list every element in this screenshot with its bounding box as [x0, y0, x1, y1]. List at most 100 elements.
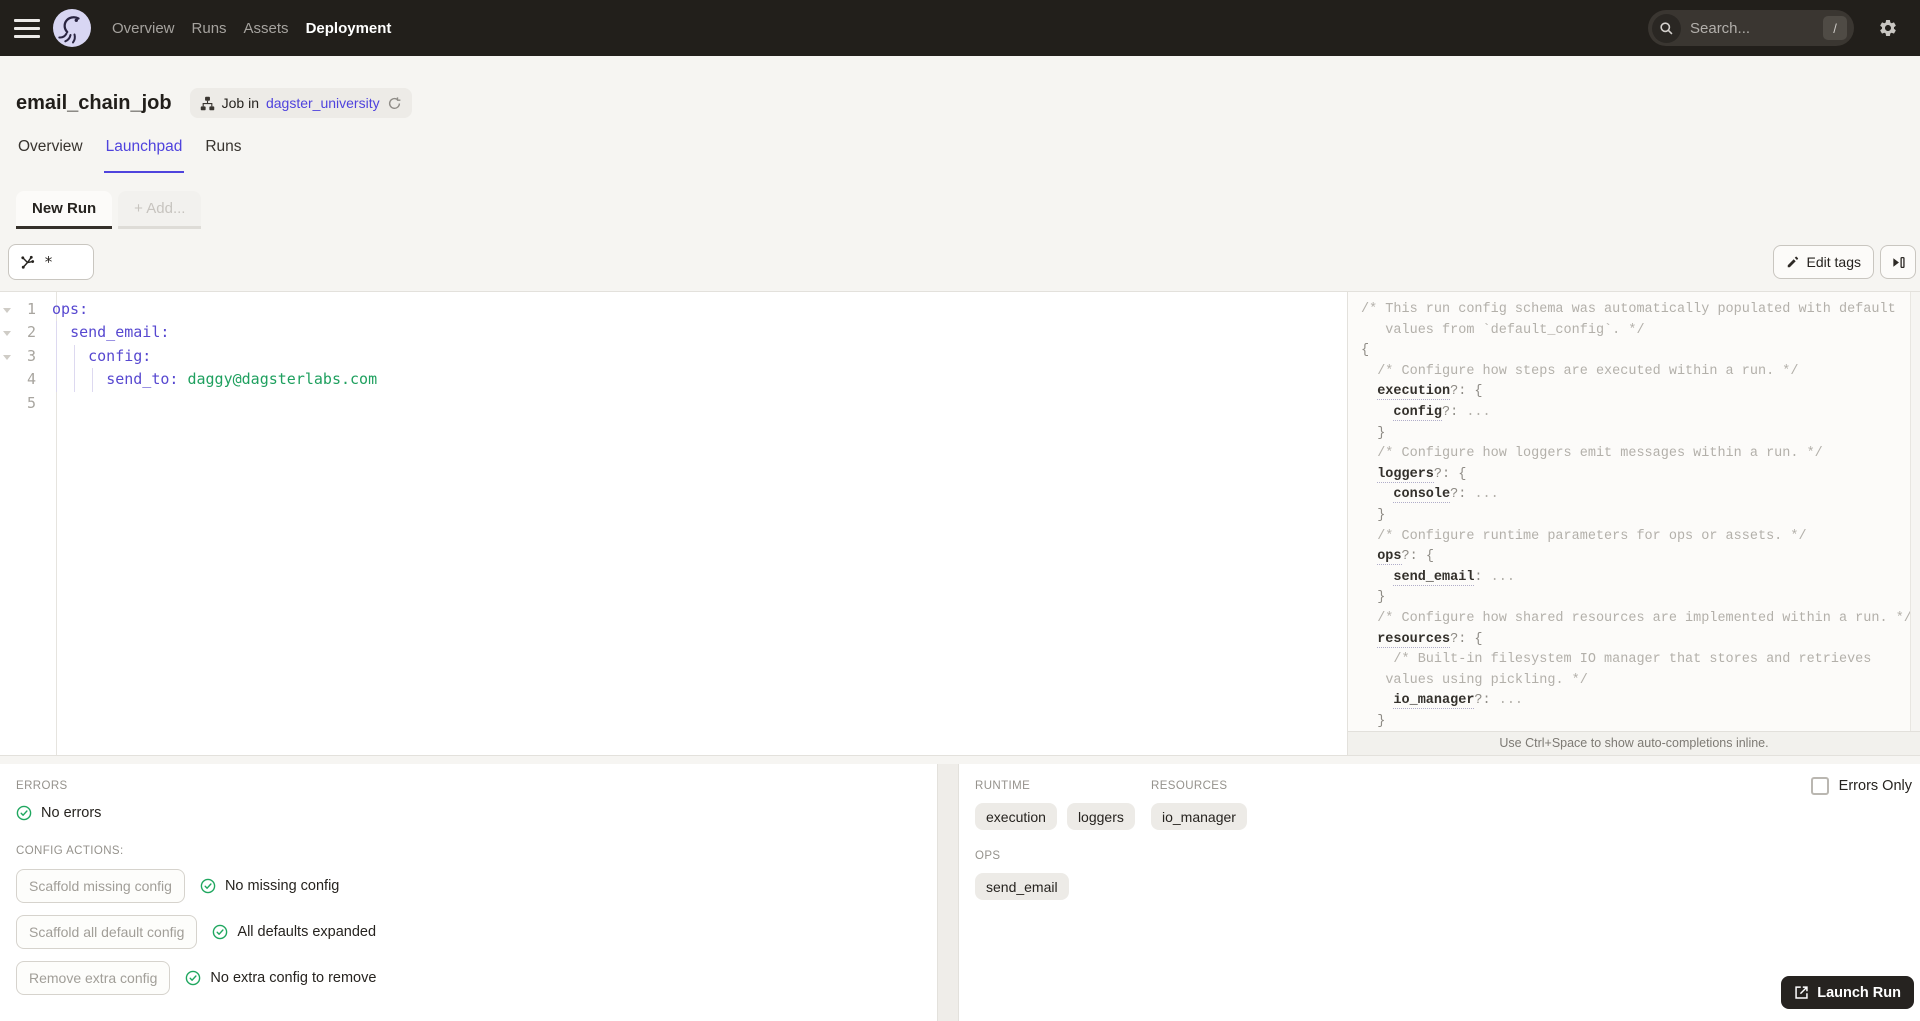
- edit-tags-button[interactable]: Edit tags: [1772, 245, 1874, 279]
- pencil-icon: [1787, 256, 1798, 268]
- launch-run-button[interactable]: Launch Run: [1781, 976, 1914, 1009]
- launch-icon: [1795, 986, 1808, 999]
- page-tab[interactable]: Launchpad: [103, 138, 185, 173]
- schema-line: }: [1377, 507, 1386, 523]
- op-selector-input[interactable]: *: [8, 244, 94, 280]
- schema-overview-panel: RUNTIME execution loggers RESOURCES io_ma…: [958, 764, 1920, 1021]
- indent-guide: [73, 344, 75, 369]
- topbar-nav-item[interactable]: Deployment: [306, 16, 392, 41]
- fold-gutter: [0, 392, 14, 415]
- refresh-icon: [388, 96, 401, 109]
- schema-line: io_manager?: ...: [1393, 693, 1524, 710]
- config-action-button[interactable]: Scaffold all default config: [16, 915, 198, 949]
- schema-line: send_email: ...: [1393, 569, 1515, 586]
- errors-label: ERRORS: [16, 780, 68, 792]
- code-line: 1 ops:: [0, 298, 1347, 321]
- schema-line: }: [1377, 590, 1386, 606]
- schema-line: values from `default_config`. */: [1361, 322, 1645, 338]
- resources-tags: io_manager: [1151, 803, 1247, 830]
- config-schema-panel[interactable]: /* This run config schema was automatica…: [1347, 292, 1920, 755]
- toggle-panel-button[interactable]: [1880, 245, 1916, 279]
- schema-line: }: [1377, 425, 1386, 441]
- topbar-nav-item[interactable]: Assets: [244, 16, 289, 41]
- code-location-link[interactable]: dagster_university: [266, 95, 380, 111]
- topbar-nav: Overview Runs Assets Deployment: [112, 16, 391, 41]
- errors-only-label: Errors Only: [1838, 778, 1912, 794]
- schema-line: /* Configure how loggers emit messages w…: [1377, 446, 1823, 462]
- schema-line: ops?: {: [1377, 549, 1434, 566]
- config-actions-list: Scaffold missing config No missing confi…: [16, 869, 921, 995]
- schema-line: console?: ...: [1393, 487, 1499, 504]
- add-config-tab[interactable]: + Add...: [118, 191, 202, 229]
- dagster-logo[interactable]: [52, 8, 92, 48]
- job-location-badge: Job in dagster_university: [189, 88, 412, 118]
- runtime-label: RUNTIME: [975, 780, 1031, 792]
- line-number: 3: [26, 346, 36, 365]
- op-selector-icon: [21, 255, 35, 269]
- config-tag[interactable]: execution: [975, 803, 1057, 830]
- errors-panel: ERRORS No errors CONFIG ACTIONS: Scaffol…: [0, 764, 938, 1021]
- page-header: email_chain_job Job in dagster_universit…: [0, 56, 1920, 173]
- topbar-nav-item[interactable]: Runs: [192, 16, 227, 41]
- check-circle-icon: [200, 878, 216, 894]
- search-input[interactable]: [1688, 18, 1816, 38]
- config-action-button[interactable]: Scaffold missing config: [16, 869, 185, 903]
- schema-line: values using pickling. */: [1385, 672, 1588, 688]
- op-selector-value: *: [44, 253, 54, 271]
- schema-line: /* Configure runtime parameters for ops …: [1377, 528, 1807, 544]
- runtime-tags: execution loggers: [975, 803, 1151, 830]
- badge-prefix: Job in: [221, 95, 259, 111]
- indent-guide: [73, 368, 75, 392]
- code-line: 2 send_email:: [0, 321, 1347, 345]
- fold-arrow-icon[interactable]: [0, 298, 14, 321]
- group-resources: RESOURCES io_manager: [1151, 780, 1247, 830]
- check-circle-icon: [16, 805, 32, 821]
- page-title: email_chain_job: [16, 91, 172, 114]
- job-graph-icon: [200, 96, 214, 110]
- indent-guide: [55, 344, 57, 369]
- schema-line: }: [1377, 713, 1386, 729]
- config-tag[interactable]: loggers: [1066, 803, 1135, 830]
- fold-arrow-icon[interactable]: [0, 321, 14, 344]
- editor-section: 1 ops: 2 send_email: 3 config: 4 send_to: da…: [0, 291, 1920, 756]
- config-action-button[interactable]: Remove extra config: [16, 961, 171, 995]
- code-line: 4 send_to: daggy@dagsterlabs.com: [0, 368, 1347, 392]
- fold-arrow-icon[interactable]: [0, 345, 14, 368]
- launch-run-label: Launch Run: [1817, 984, 1901, 1001]
- indent-guide: [55, 321, 57, 345]
- schema-line: resources?: {: [1377, 631, 1483, 648]
- config-tag[interactable]: send_email: [975, 873, 1069, 900]
- bottom-section: ERRORS No errors CONFIG ACTIONS: Scaffol…: [0, 764, 1920, 1021]
- launchpad-toolbar: * Edit tags: [8, 243, 1916, 281]
- search-shortcut-kbd: /: [1823, 16, 1847, 40]
- fold-gutter: [0, 368, 14, 391]
- page-tab[interactable]: Overview: [16, 138, 85, 173]
- config-editor-lines: 1 ops: 2 send_email: 3 config: 4 send_to: da…: [0, 298, 1347, 415]
- scrollbar[interactable]: [1910, 292, 1920, 731]
- hamburger-menu-icon[interactable]: [14, 18, 40, 38]
- line-number: 1: [26, 300, 36, 318]
- config-action-row: Scaffold all default config All defaults…: [16, 915, 921, 949]
- page-tab[interactable]: Runs: [203, 138, 243, 173]
- panel-gutter: [938, 764, 958, 1021]
- new-run-tab[interactable]: New Run: [16, 191, 113, 229]
- code-line: 5: [0, 392, 1347, 415]
- config-tag[interactable]: io_manager: [1151, 803, 1247, 830]
- topbar-nav-item[interactable]: Overview: [112, 16, 175, 41]
- config-actions-label: CONFIG ACTIONS:: [16, 845, 124, 857]
- settings-button[interactable]: [1878, 18, 1898, 38]
- expand-panel-icon: [1892, 256, 1905, 268]
- group-ops: OPS send_email: [975, 850, 1904, 900]
- schema-line: loggers?: {: [1377, 466, 1467, 483]
- check-circle-icon: [186, 970, 201, 986]
- ops-tags: send_email: [975, 873, 1904, 900]
- errors-only-checkbox[interactable]: [1810, 777, 1829, 795]
- config-editor[interactable]: 1 ops: 2 send_email: 3 config: 4 send_to: da…: [0, 292, 1347, 755]
- launchpad-tab-row: New Run + Add...: [16, 191, 1904, 229]
- config-action-status: All defaults expanded: [212, 924, 376, 940]
- config-action-row: Scaffold missing config No missing confi…: [16, 869, 921, 903]
- search-box[interactable]: /: [1648, 10, 1854, 46]
- line-number: 2: [26, 323, 36, 342]
- search-icon: [1652, 13, 1681, 43]
- reload-location-button[interactable]: [387, 96, 402, 111]
